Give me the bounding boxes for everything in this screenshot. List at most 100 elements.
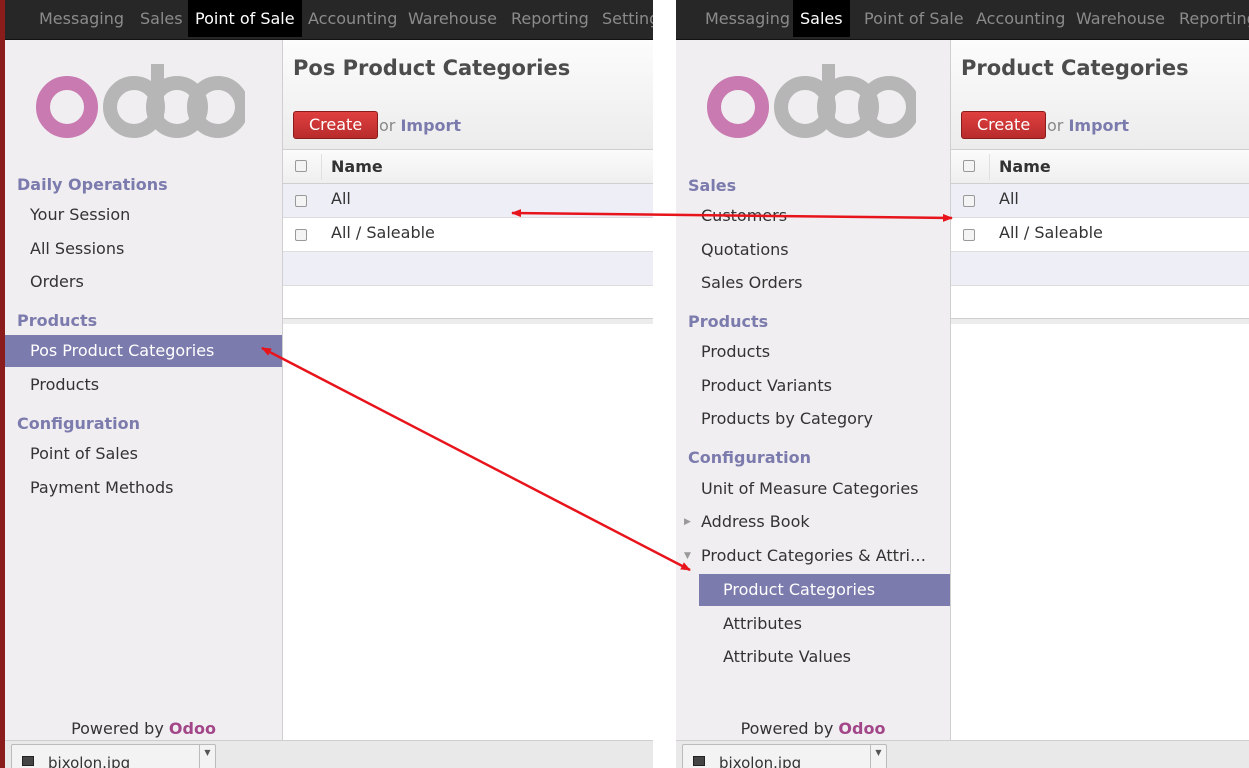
row-checkbox[interactable] (295, 195, 307, 207)
sidebar-item-label: Address Book (701, 512, 810, 531)
download-filename[interactable]: bixolon.jpg (48, 754, 130, 768)
sidebar-item-all-sessions[interactable]: All Sessions (5, 233, 282, 265)
menu-sales[interactable]: Sales (133, 0, 190, 37)
page-title: Pos Product Categories (293, 56, 571, 80)
section-configuration: Configuration (17, 414, 141, 433)
odoo-logo[interactable] (35, 62, 245, 142)
sidebar-item-product-categories[interactable]: Product Categories (699, 574, 950, 606)
create-button[interactable]: Create (293, 111, 379, 139)
sidebar-item-pos-product-categories[interactable]: Pos Product Categories (5, 335, 282, 367)
powered-by-label: Powered by (71, 719, 164, 738)
row-checkbox[interactable] (295, 229, 307, 241)
menu-warehouse[interactable]: Warehouse (1069, 0, 1172, 37)
row-checkbox[interactable] (963, 229, 975, 241)
sidebar-item-quotations[interactable]: Quotations (676, 234, 950, 266)
row-checkbox[interactable] (963, 195, 975, 207)
caret-right-icon[interactable]: ▶ (684, 506, 691, 538)
import-link[interactable]: Import (400, 116, 461, 135)
empty-row (283, 286, 653, 320)
menu-settings[interactable]: Setting (595, 0, 653, 37)
column-header-name[interactable]: Name (999, 150, 1051, 184)
sidebar-item-your-session[interactable]: Your Session (5, 199, 282, 231)
sidebar-item-orders[interactable]: Orders (5, 266, 282, 298)
download-item[interactable]: bixolon.jpg ▼ (682, 744, 887, 768)
menu-messaging[interactable]: Messaging (32, 0, 131, 37)
chevron-down-icon[interactable]: ▼ (199, 745, 215, 768)
sidebar-item-customers[interactable]: Customers (676, 200, 950, 232)
row-name-cell[interactable]: All / Saleable (331, 218, 435, 252)
list-view: Name All All / Saleable (283, 150, 653, 320)
section-daily-operations: Daily Operations (17, 175, 168, 194)
page-title: Product Categories (961, 56, 1189, 80)
menu-point-of-sale[interactable]: Point of Sale (857, 0, 971, 37)
section-sales: Sales (688, 176, 737, 195)
row-name-cell[interactable]: All / Saleable (999, 218, 1103, 252)
menu-reporting[interactable]: Reporting (1172, 0, 1249, 37)
odoo-link[interactable]: Odoo (838, 719, 885, 738)
left-screenshot-panel: Messaging Sales Point of Sale Accounting… (0, 0, 653, 768)
sidebar-item-label: Product Categories (723, 580, 876, 599)
or-label: or (1047, 116, 1064, 135)
section-products: Products (17, 311, 98, 330)
empty-row (951, 252, 1249, 286)
list-footer (283, 318, 653, 324)
menu-accounting[interactable]: Accounting (969, 0, 1072, 37)
table-header-row: Name (283, 150, 653, 184)
list-view: Name All All / Saleable (951, 150, 1249, 320)
row-name-cell[interactable]: All (331, 184, 351, 218)
sidebar-item-label: Product Categories & Attri… (701, 546, 926, 565)
table-row[interactable]: All (283, 184, 653, 218)
control-panel: Pos Product Categories Create or Import (283, 40, 653, 150)
powered-by-label: Powered by (740, 719, 834, 738)
sidebar: Sales Customers Quotations Sales Orders … (676, 40, 951, 740)
sidebar-item-products[interactable]: Products (5, 369, 282, 401)
section-products: Products (688, 312, 769, 331)
powered-by: Powered by Odoo (5, 719, 282, 738)
sidebar-item-products-by-category[interactable]: Products by Category (676, 403, 950, 435)
select-all-checkbox[interactable] (963, 160, 975, 172)
row-name-cell[interactable]: All (999, 184, 1019, 218)
menu-reporting[interactable]: Reporting (504, 0, 596, 37)
column-divider (321, 154, 322, 180)
sidebar-item-address-book[interactable]: ▶ Address Book (676, 506, 950, 538)
table-row[interactable]: All (951, 184, 1249, 218)
top-menu-bar: Messaging Sales Point of Sale Accounting… (676, 0, 1249, 40)
caret-down-icon[interactable]: ▼ (684, 540, 691, 572)
table-row[interactable]: All / Saleable (283, 218, 653, 252)
chevron-down-icon[interactable]: ▼ (870, 745, 886, 768)
sidebar-item-attribute-values[interactable]: Attribute Values (676, 641, 950, 673)
sidebar-item-unit-of-measure-categories[interactable]: Unit of Measure Categories (676, 473, 950, 505)
sidebar: Daily Operations Your Session All Sessio… (5, 40, 283, 740)
list-footer (951, 318, 1249, 324)
odoo-logo[interactable] (706, 62, 916, 142)
table-row[interactable]: All / Saleable (951, 218, 1249, 252)
download-bar: bixolon.jpg ▼ (676, 740, 1249, 768)
or-import: or Import (379, 116, 461, 135)
download-item[interactable]: bixolon.jpg ▼ (11, 744, 216, 768)
sidebar-item-product-categories-attributes[interactable]: ▼ Product Categories & Attri… (676, 540, 950, 572)
column-divider (989, 154, 990, 180)
menu-sales[interactable]: Sales (793, 0, 850, 37)
menu-messaging[interactable]: Messaging (698, 0, 797, 37)
section-configuration: Configuration (688, 448, 812, 467)
main-content: Product Categories Create or Import Name… (951, 40, 1249, 740)
odoo-link[interactable]: Odoo (169, 719, 216, 738)
import-link[interactable]: Import (1068, 116, 1129, 135)
menu-point-of-sale[interactable]: Point of Sale (188, 0, 302, 37)
create-button[interactable]: Create (961, 111, 1047, 139)
top-menu-bar: Messaging Sales Point of Sale Accounting… (5, 0, 653, 40)
download-filename[interactable]: bixolon.jpg (719, 754, 801, 768)
panel-gap (653, 0, 676, 768)
table-header-row: Name (951, 150, 1249, 184)
sidebar-item-products[interactable]: Products (676, 336, 950, 368)
column-header-name[interactable]: Name (331, 150, 383, 184)
menu-warehouse[interactable]: Warehouse (401, 0, 504, 37)
sidebar-item-product-variants[interactable]: Product Variants (676, 370, 950, 402)
menu-accounting[interactable]: Accounting (301, 0, 404, 37)
sidebar-item-point-of-sales[interactable]: Point of Sales (5, 438, 282, 470)
or-import: or Import (1047, 116, 1129, 135)
sidebar-item-payment-methods[interactable]: Payment Methods (5, 472, 282, 504)
sidebar-item-attributes[interactable]: Attributes (676, 608, 950, 640)
sidebar-item-sales-orders[interactable]: Sales Orders (676, 267, 950, 299)
select-all-checkbox[interactable] (295, 160, 307, 172)
